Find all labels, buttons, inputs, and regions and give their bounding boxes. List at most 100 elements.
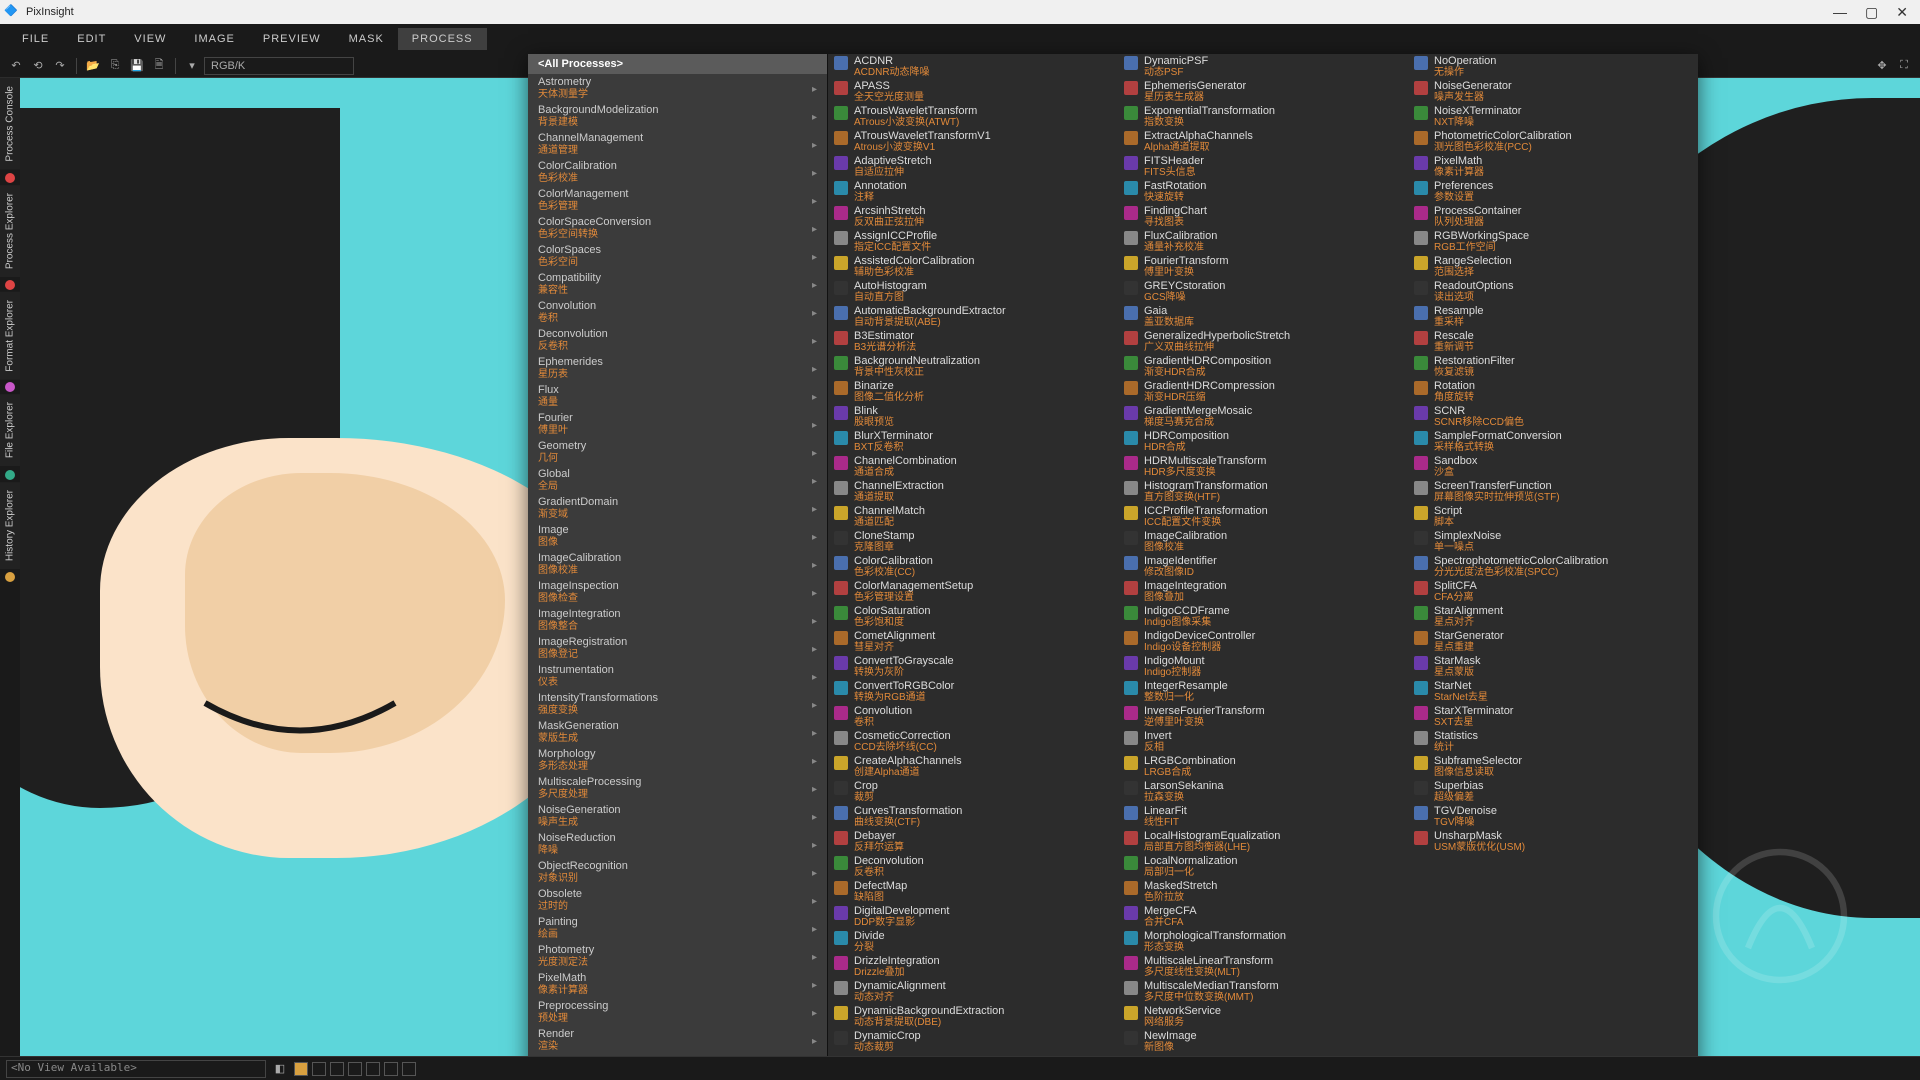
category-colormanagement[interactable]: ColorManagement色彩管理▸ xyxy=(528,186,827,214)
category-photometry[interactable]: Photometry光度测定法▸ xyxy=(528,942,827,970)
process-blink[interactable]: Blink股眼预览 xyxy=(828,404,1118,429)
menu-edit[interactable]: EDIT xyxy=(63,28,120,50)
process-ephemerisgenerator[interactable]: EphemerisGenerator星历表生成器 xyxy=(1118,79,1408,104)
process-dynamicbackgroundextraction[interactable]: DynamicBackgroundExtraction动态背景提取(DBE) xyxy=(828,1004,1118,1029)
process-multiscalemediantransform[interactable]: MultiscaleMedianTransform多尺度中位数变换(MMT) xyxy=(1118,979,1408,1004)
process-lrgbcombination[interactable]: LRGBCombinationLRGB合成 xyxy=(1118,754,1408,779)
category-noisegeneration[interactable]: NoiseGeneration噪声生成▸ xyxy=(528,802,827,830)
process-assigniccprofile[interactable]: AssignICCProfile指定ICC配置文件 xyxy=(828,229,1118,254)
category-maskgeneration[interactable]: MaskGeneration蒙版生成▸ xyxy=(528,718,827,746)
category-compatibility[interactable]: Compatibility兼容性▸ xyxy=(528,270,827,298)
maximize-icon[interactable]: ▢ xyxy=(1865,4,1878,21)
category-intensitytransformations[interactable]: IntensityTransformations强度变换▸ xyxy=(528,690,827,718)
vtab-history-explorer[interactable]: History Explorer xyxy=(0,482,20,569)
redo-icon[interactable]: ↷ xyxy=(50,56,70,76)
process-histogramtransformation[interactable]: HistogramTransformation直方图变换(HTF) xyxy=(1118,479,1408,504)
swatch-2[interactable] xyxy=(330,1062,344,1076)
process-acdnr[interactable]: ACDNRACDNR动态降噪 xyxy=(828,54,1118,79)
category-imagecalibration[interactable]: ImageCalibration图像校准▸ xyxy=(528,550,827,578)
process-newimage[interactable]: NewImage新图像 xyxy=(1118,1029,1408,1054)
process-fastrotation[interactable]: FastRotation快速旋转 xyxy=(1118,179,1408,204)
process-multiscalelineartransform[interactable]: MultiscaleLinearTransform多尺度线性变换(MLT) xyxy=(1118,954,1408,979)
process-digitaldevelopment[interactable]: DigitalDevelopmentDDP数字显影 xyxy=(828,904,1118,929)
category-gradientdomain[interactable]: GradientDomain渐变域▸ xyxy=(528,494,827,522)
move-icon[interactable]: ✥ xyxy=(1872,56,1892,76)
process-greycstoration[interactable]: GREYCstorationGCS降噪 xyxy=(1118,279,1408,304)
saveall-icon[interactable]: 🗎 xyxy=(149,56,169,76)
vtab-process-explorer[interactable]: Process Explorer xyxy=(0,185,20,277)
process-defectmap[interactable]: DefectMap缺陷图 xyxy=(828,879,1118,904)
process-blurxterminator[interactable]: BlurXTerminatorBXT反卷积 xyxy=(828,429,1118,454)
process-indigoccdframe[interactable]: IndigoCCDFrameIndigo图像采集 xyxy=(1118,604,1408,629)
process-integerresample[interactable]: IntegerResample整数归一化 xyxy=(1118,679,1408,704)
process-localnormalization[interactable]: LocalNormalization局部归一化 xyxy=(1118,854,1408,879)
process-converttorgbcolor[interactable]: ConvertToRGBColor转换为RGB通道 xyxy=(828,679,1118,704)
process-gaia[interactable]: Gaia盖亚数据库 xyxy=(1118,304,1408,329)
process-colorcalibration[interactable]: ColorCalibration色彩校准(CC) xyxy=(828,554,1118,579)
swatch-3[interactable] xyxy=(348,1062,362,1076)
process-gradienthdrcompression[interactable]: GradientHDRCompression渐变HDR压缩 xyxy=(1118,379,1408,404)
undo-all-icon[interactable]: ⟲ xyxy=(28,56,48,76)
process-screentransferfunction[interactable]: ScreenTransferFunction屏幕图像实时拉伸预览(STF) xyxy=(1408,479,1698,504)
category-convolution[interactable]: Convolution卷积▸ xyxy=(528,298,827,326)
allprocesses-header[interactable]: <All Processes> xyxy=(528,54,827,74)
process-preferences[interactable]: Preferences参数设置 xyxy=(1408,179,1698,204)
process-dynamiccrop[interactable]: DynamicCrop动态裁剪 xyxy=(828,1029,1118,1054)
process-apass[interactable]: APASS全天空光度测量 xyxy=(828,79,1118,104)
process-rgbworkingspace[interactable]: RGBWorkingSpaceRGB工作空间 xyxy=(1408,229,1698,254)
process-invert[interactable]: Invert反相 xyxy=(1118,729,1408,754)
process-inversefouriertransform[interactable]: InverseFourierTransform逆傅里叶变换 xyxy=(1118,704,1408,729)
process-curvestransformation[interactable]: CurvesTransformation曲线变换(CTF) xyxy=(828,804,1118,829)
process-cometalignment[interactable]: CometAlignment彗星对齐 xyxy=(828,629,1118,654)
vtab-process-console[interactable]: Process Console xyxy=(0,78,20,170)
process-starxterminator[interactable]: StarXTerminatorSXT去星 xyxy=(1408,704,1698,729)
category-noisereduction[interactable]: NoiseReduction降噪▸ xyxy=(528,830,827,858)
category-multiscaleprocessing[interactable]: MultiscaleProcessing多尺度处理▸ xyxy=(528,774,827,802)
fullscreen-icon[interactable]: ⛶ xyxy=(1894,56,1914,76)
process-extractalphachannels[interactable]: ExtractAlphaChannelsAlpha通道提取 xyxy=(1118,129,1408,154)
process-pixelmath[interactable]: PixelMath像素计算器 xyxy=(1408,154,1698,179)
process-createalphachannels[interactable]: CreateAlphaChannels创建Alpha通道 xyxy=(828,754,1118,779)
swatch-1[interactable] xyxy=(312,1062,326,1076)
process-dynamicalignment[interactable]: DynamicAlignment动态对齐 xyxy=(828,979,1118,1004)
vtab-file-explorer[interactable]: File Explorer xyxy=(0,394,20,466)
process-noisexterminator[interactable]: NoiseXTerminatorNXT降噪 xyxy=(1408,104,1698,129)
menu-view[interactable]: VIEW xyxy=(120,28,180,50)
process-converttograyscale[interactable]: ConvertToGrayscale转换为灰阶 xyxy=(828,654,1118,679)
category-geometry[interactable]: Geometry几何▸ xyxy=(528,438,827,466)
process-staralignment[interactable]: StarAlignment星点对齐 xyxy=(1408,604,1698,629)
process-findingchart[interactable]: FindingChart寻找图表 xyxy=(1118,204,1408,229)
swatch-6[interactable] xyxy=(402,1062,416,1076)
process-mergecfa[interactable]: MergeCFA合并CFA xyxy=(1118,904,1408,929)
category-colorcalibration[interactable]: ColorCalibration色彩校准▸ xyxy=(528,158,827,186)
process-scnr[interactable]: SCNRSCNR移除CCD偏色 xyxy=(1408,404,1698,429)
menu-image[interactable]: IMAGE xyxy=(180,28,248,50)
view-select[interactable]: <No View Available> xyxy=(6,1060,266,1078)
category-obsolete[interactable]: Obsolete过时的▸ xyxy=(528,886,827,914)
menu-mask[interactable]: MASK xyxy=(335,28,398,50)
process-gradienthdrcomposition[interactable]: GradientHDRComposition渐变HDR合成 xyxy=(1118,354,1408,379)
channel-select[interactable]: RGB/K xyxy=(204,57,354,75)
process-backgroundneutralization[interactable]: BackgroundNeutralization背景中性灰校正 xyxy=(828,354,1118,379)
vtab-format-explorer[interactable]: Format Explorer xyxy=(0,292,20,380)
process-colormanagementsetup[interactable]: ColorManagementSetup色彩管理设置 xyxy=(828,579,1118,604)
process-localhistogramequalization[interactable]: LocalHistogramEqualization局部直方图均衡器(LHE) xyxy=(1118,829,1408,854)
process-noisegenerator[interactable]: NoiseGenerator噪声发生器 xyxy=(1408,79,1698,104)
minimize-icon[interactable]: — xyxy=(1833,4,1847,21)
process-imageidentifier[interactable]: ImageIdentifier修改图像ID xyxy=(1118,554,1408,579)
menu-file[interactable]: FILE xyxy=(8,28,63,50)
process-exponentialtransformation[interactable]: ExponentialTransformation指数变换 xyxy=(1118,104,1408,129)
category-colorspaces[interactable]: ColorSpaces色彩空间▸ xyxy=(528,242,827,270)
process-resample[interactable]: Resample重采样 xyxy=(1408,304,1698,329)
process-processcontainer[interactable]: ProcessContainer队列处理器 xyxy=(1408,204,1698,229)
category-flux[interactable]: Flux通量▸ xyxy=(528,382,827,410)
category-global[interactable]: Global全局▸ xyxy=(528,466,827,494)
process-splitcfa[interactable]: SplitCFACFA分离 xyxy=(1408,579,1698,604)
process-crop[interactable]: Crop裁剪 xyxy=(828,779,1118,804)
process-clonestamp[interactable]: CloneStamp克隆图章 xyxy=(828,529,1118,554)
swatch-5[interactable] xyxy=(384,1062,398,1076)
process-cosmeticcorrection[interactable]: CosmeticCorrectionCCD去除坏线(CC) xyxy=(828,729,1118,754)
category-fourier[interactable]: Fourier傅里叶▸ xyxy=(528,410,827,438)
process-superbias[interactable]: Superbias超级偏差 xyxy=(1408,779,1698,804)
open-icon[interactable]: 📂 xyxy=(83,56,103,76)
